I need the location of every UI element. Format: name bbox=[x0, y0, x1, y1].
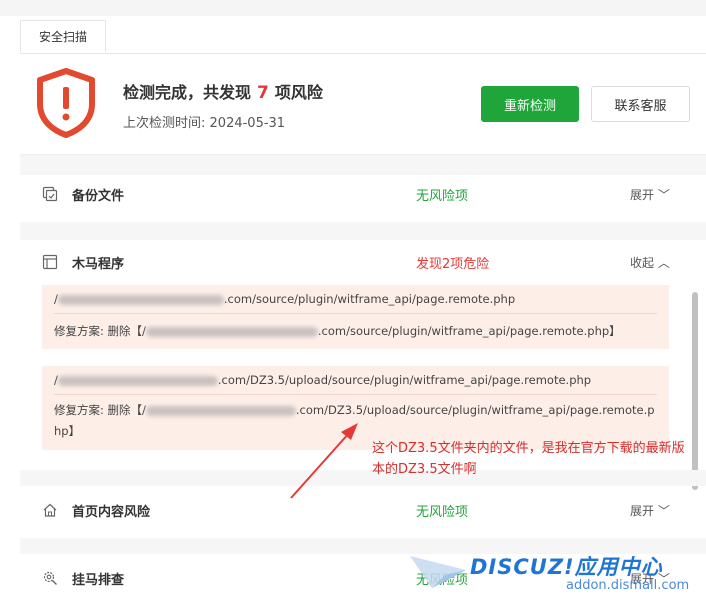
chevron-down-icon: ﹀ bbox=[657, 188, 670, 202]
contact-support-button[interactable]: 联系客服 bbox=[591, 86, 690, 122]
trojan-icon bbox=[42, 254, 58, 270]
scrollbar[interactable] bbox=[692, 292, 698, 490]
tab-security-scan[interactable]: 安全扫描 bbox=[20, 20, 106, 53]
redacted-text bbox=[145, 405, 296, 416]
watermark-logo: DISCUZ!应用中心 bbox=[470, 555, 663, 579]
watermark-url: addon.dismall.com bbox=[566, 578, 690, 593]
redacted-text bbox=[57, 294, 224, 305]
redacted-text bbox=[145, 326, 318, 337]
top-band bbox=[0, 0, 706, 16]
finding-path: / .com/DZ3.5/upload/source/plugin/witfram… bbox=[54, 373, 592, 387]
section-status: 无风险项 bbox=[416, 573, 469, 588]
risk-count: 7 bbox=[257, 83, 269, 103]
rescan-button[interactable]: 重新检测 bbox=[481, 86, 579, 122]
section-divider bbox=[20, 222, 706, 240]
gear-search-icon bbox=[43, 571, 57, 585]
expand-toggle[interactable]: 展开 ﹀ bbox=[630, 186, 670, 203]
collapse-toggle[interactable]: 收起 ︿ bbox=[630, 254, 670, 271]
finding-path: / .com/source/plugin/witframe_api/page.re… bbox=[54, 292, 516, 306]
section-status: 无风险项 bbox=[416, 505, 469, 520]
finding-item: / .com/source/plugin/witframe_api/page.re… bbox=[42, 285, 669, 349]
divider bbox=[54, 313, 657, 314]
annotation-text: 这个DZ3.5文件夹内的文件，是我在官方下载的最新版本的DZ3.5文件啊 bbox=[372, 441, 685, 477]
divider bbox=[54, 394, 657, 395]
home-icon bbox=[43, 503, 57, 517]
section-divider bbox=[20, 155, 706, 175]
scan-result-title: 检测完成，共发现 7 项风险 bbox=[123, 83, 323, 103]
backup-icon bbox=[42, 186, 58, 202]
redacted-text bbox=[57, 375, 218, 386]
section-trojan: 木马程序 发现2项危险 收起 ︿ bbox=[20, 244, 686, 280]
chevron-down-icon: ﹀ bbox=[657, 504, 670, 518]
section-backup-files: 备份文件 无风险项 展开 ﹀ bbox=[20, 176, 686, 212]
chevron-up-icon: ︿ bbox=[657, 256, 670, 270]
expand-toggle[interactable]: 展开 ﹀ bbox=[630, 502, 670, 519]
section-status: 发现2项危险 bbox=[416, 257, 490, 272]
scan-summary-header: 检测完成，共发现 7 项风险 上次检测时间: 2024-05-31 重新检测 联系客… bbox=[20, 54, 706, 155]
fix-suggestion: 修复方案: 删除【/.com/DZ3.5/upload/source/plugi… bbox=[54, 403, 655, 438]
last-check-time: 上次检测时间: 2024-05-31 bbox=[123, 116, 286, 131]
section-status: 无风险项 bbox=[416, 189, 469, 204]
fix-suggestion: 修复方案: 删除【/.com/source/plugin/witframe_ap… bbox=[54, 324, 621, 338]
tab-bar: 安全扫描 bbox=[20, 16, 706, 54]
shield-warning-icon bbox=[37, 68, 95, 138]
section-homepage-content: 首页内容风险 无风险项 展开 ﹀ bbox=[20, 492, 686, 528]
